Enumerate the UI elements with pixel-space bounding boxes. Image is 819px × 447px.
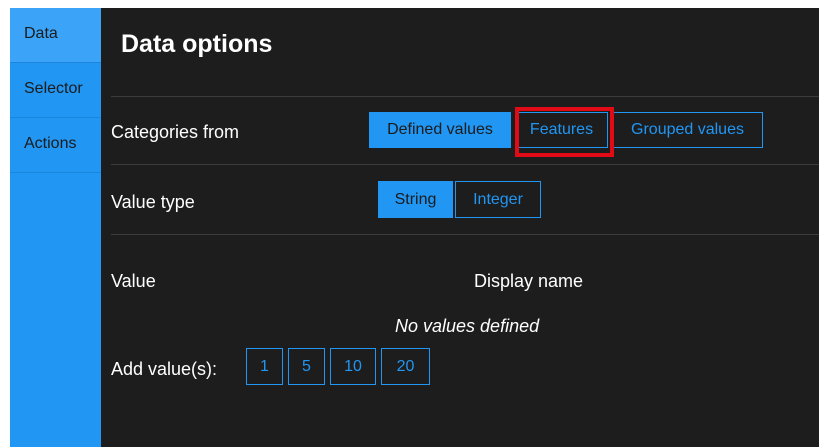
grouped-values-button[interactable]: Grouped values xyxy=(612,112,763,148)
defined-values-button[interactable]: Defined values xyxy=(369,112,511,148)
app-frame: Data Selector Actions Data options Categ… xyxy=(10,8,819,447)
add-value-1-button[interactable]: 1 xyxy=(246,348,283,385)
page-title: Data options xyxy=(121,30,273,58)
value-column-header: Value xyxy=(111,271,156,291)
integer-button[interactable]: Integer xyxy=(455,181,541,218)
highlight-box xyxy=(515,107,614,157)
divider xyxy=(111,234,819,235)
sidebar-item-actions[interactable]: Actions xyxy=(10,118,101,173)
add-value-5-button[interactable]: 5 xyxy=(288,348,325,385)
string-button[interactable]: String xyxy=(378,181,453,218)
value-type-label: Value type xyxy=(111,192,195,212)
add-value-10-button[interactable]: 10 xyxy=(330,348,376,385)
divider xyxy=(111,96,819,97)
sidebar: Data Selector Actions xyxy=(10,8,101,447)
divider xyxy=(111,164,819,165)
display-name-column-header: Display name xyxy=(474,271,584,291)
add-value-20-button[interactable]: 20 xyxy=(381,348,430,385)
sidebar-item-label: Data xyxy=(24,25,58,42)
main-panel: Data options Categories from Defined val… xyxy=(101,8,819,447)
sidebar-item-data[interactable]: Data xyxy=(10,8,101,63)
sidebar-item-label: Selector xyxy=(24,80,83,97)
categories-label: Categories from xyxy=(111,122,240,142)
sidebar-item-label: Actions xyxy=(24,135,77,152)
add-values-label: Add value(s): xyxy=(111,359,218,379)
empty-values-message: No values defined xyxy=(395,316,540,336)
sidebar-item-selector[interactable]: Selector xyxy=(10,63,101,118)
